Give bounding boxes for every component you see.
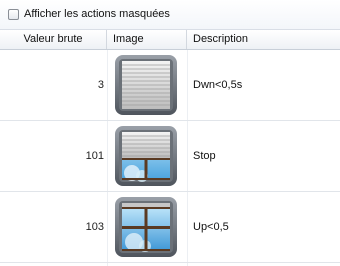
table-row[interactable]: 101 Stop: [0, 121, 340, 192]
table-row[interactable]: 3 Dwn<0,5s: [0, 50, 340, 121]
column-header-raw-value[interactable]: Valeur brute: [0, 30, 107, 49]
shutter-open-icon: [115, 197, 177, 257]
table-header: Valeur brute Image Description: [0, 30, 340, 50]
raw-value: 3: [97, 79, 104, 91]
show-hidden-checkbox[interactable]: [8, 9, 19, 20]
shutter-closed-icon: [115, 55, 177, 115]
raw-value: 101: [85, 150, 104, 162]
description: Up<0,5: [193, 221, 229, 233]
raw-value: 103: [85, 221, 104, 233]
description: Dwn<0,5s: [193, 79, 243, 91]
column-header-description[interactable]: Description: [187, 30, 340, 49]
toolbar: Afficher les actions masquées: [0, 0, 340, 30]
show-hidden-label[interactable]: Afficher les actions masquées: [24, 8, 170, 20]
table-row[interactable]: 103 Up<0,5: [0, 192, 340, 263]
column-header-image[interactable]: Image: [107, 30, 187, 49]
shutter-half-icon: [115, 126, 177, 186]
description: Stop: [193, 150, 216, 162]
